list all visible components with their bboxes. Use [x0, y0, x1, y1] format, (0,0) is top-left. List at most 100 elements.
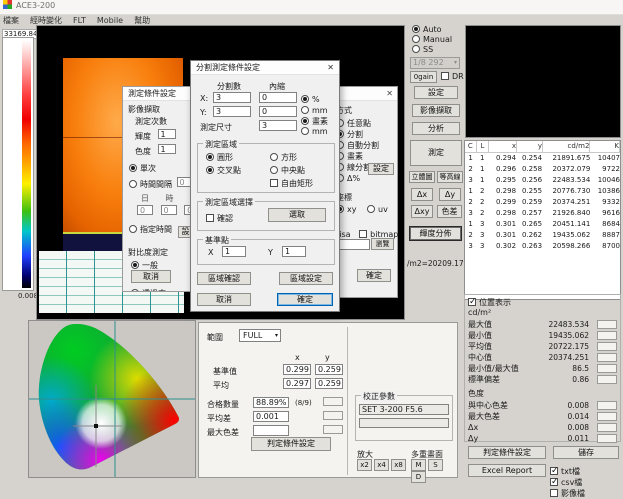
condition-cancel-button[interactable]: 取消 [131, 270, 171, 283]
base-y-field[interactable]: 1 [282, 246, 306, 257]
transmit-radio[interactable]: 透過率 [131, 288, 191, 292]
single-radio[interactable]: 單次 [129, 163, 191, 174]
y-inset-field[interactable]: 0 [259, 106, 297, 117]
x-div-field[interactable]: 3 [213, 92, 251, 103]
menu-item[interactable]: FLT [73, 16, 86, 25]
coord-uv-radio[interactable]: uv [367, 205, 388, 214]
zoom-button[interactable]: x4 [374, 459, 389, 471]
inset-percent-radio[interactable]: % [301, 95, 320, 104]
table-row[interactable]: 230.3010.26219435.0628887 [465, 230, 620, 241]
specified-time-radio[interactable]: 指定時間 設定 [129, 224, 191, 238]
day-field[interactable]: 0 [137, 205, 153, 215]
exposure-auto-radio[interactable]: Auto [412, 25, 442, 34]
save-button[interactable]: 儲存 [553, 446, 619, 459]
size-mm-radio[interactable]: mm [301, 127, 328, 136]
file-format-checkbox[interactable]: csv檔 [550, 478, 582, 487]
pick-button[interactable]: 選取 [268, 208, 326, 222]
reference-x-field[interactable]: 0.299 [283, 364, 311, 375]
size-field[interactable]: 3 [259, 120, 297, 131]
size-pixel-radio[interactable]: 畫素 [301, 116, 328, 127]
split-cancel-button[interactable]: 取消 [197, 293, 251, 306]
average-y-field[interactable]: 0.259 [315, 378, 343, 389]
lum-count-field[interactable]: 1 [158, 129, 176, 139]
position-display-checkbox[interactable]: 位置表示 [468, 297, 617, 308]
delta-xy-button[interactable]: Δxy [411, 205, 433, 218]
free-rect-checkbox[interactable]: 自由矩形 [270, 178, 313, 189]
stereo-button[interactable]: 立體圖 [409, 171, 435, 183]
dr-checkbox[interactable]: DR [441, 72, 464, 81]
set-button[interactable]: 設定 [414, 86, 458, 99]
zoom-button[interactable]: x8 [391, 459, 406, 471]
base-x-field[interactable]: 1 [222, 246, 246, 257]
cie-diagram-panel[interactable] [28, 320, 196, 478]
cross-point-radio[interactable]: 交叉點 [206, 165, 241, 176]
browse-button[interactable]: 瀏覽 [371, 238, 394, 250]
contour-button[interactable]: 等高線 [437, 171, 463, 183]
menu-item[interactable]: 檔案 [3, 16, 19, 25]
chroma-count-field[interactable]: 1 [158, 144, 176, 154]
reference-y-field[interactable]: 0.259 [315, 364, 343, 375]
capture-button[interactable]: 影像擷取 [412, 104, 460, 117]
center-point-radio[interactable]: 中央點 [270, 165, 305, 176]
interval-field[interactable]: 0 [177, 177, 191, 187]
table-row[interactable]: 310.2950.25622483.53410046 [465, 175, 620, 186]
interval-radio[interactable]: 時間間隔 0 [129, 177, 191, 190]
radio-option[interactable]: 任意點 [336, 118, 397, 129]
confirm-checkbox[interactable]: 確認 [206, 213, 233, 224]
multi-screen-button[interactable]: S [428, 459, 443, 471]
table-row[interactable]: 110.2940.25421891.67510407 [465, 153, 620, 164]
radio-option[interactable]: 分割 [336, 129, 397, 140]
x-inset-field[interactable]: 0 [259, 92, 297, 103]
range-dropdown[interactable]: FULL ▾ [239, 329, 281, 342]
judge-settings-button-2[interactable]: 判定條件設定 [251, 437, 331, 451]
inset-mm-radio[interactable]: mm [301, 106, 328, 115]
file-format-checkbox[interactable]: txt檔 [550, 467, 580, 476]
calibration-empty-field[interactable] [359, 418, 449, 428]
shutter-dropdown[interactable]: 1/8 292 ▾ [410, 57, 460, 69]
exposure-ss-radio[interactable]: SS [412, 45, 433, 54]
pass-count-field[interactable]: 88.89% [253, 397, 289, 408]
square-radio[interactable]: 方形 [270, 152, 297, 163]
gain-button[interactable]: 0gain [410, 71, 437, 83]
zoom-button[interactable]: x2 [357, 459, 372, 471]
calibration-set-field[interactable]: SET 3-200 F5.6 [359, 404, 449, 415]
avg-diff-field[interactable]: 0.001 [253, 411, 289, 422]
color-diff-button[interactable]: 色差 [437, 205, 462, 218]
table-row[interactable]: 210.2960.25820372.0799722 [465, 164, 620, 175]
average-x-field[interactable]: 0.297 [283, 378, 311, 389]
close-icon[interactable]: ✕ [386, 87, 393, 100]
luminance-distribution-button[interactable]: 輝度分佈 [409, 226, 462, 241]
radio-option[interactable]: 畫素 [336, 151, 397, 162]
secondary-image-view[interactable] [465, 25, 621, 138]
file-format-checkbox[interactable]: 影像檔 [550, 489, 585, 498]
exposure-manual-radio[interactable]: Manual [412, 35, 452, 44]
menu-item[interactable]: 經時變化 [30, 16, 62, 25]
method-set-button[interactable]: 設定 [368, 163, 394, 175]
delta-y-button[interactable]: Δy [439, 188, 461, 201]
menu-item[interactable]: Mobile [97, 16, 123, 25]
circle-radio[interactable]: 圓形 [206, 152, 233, 163]
table-row[interactable]: 220.2990.25920374.2519332 [465, 197, 620, 208]
measure-button[interactable]: 測定 [410, 140, 462, 166]
method-ok-button[interactable]: 確定 [357, 269, 391, 282]
area-confirm-button[interactable]: 區域確認 [197, 272, 251, 285]
split-ok-button[interactable]: 確定 [277, 293, 333, 306]
table-row[interactable]: 130.3010.26520451.1418684 [465, 219, 620, 230]
delta-x-button[interactable]: Δx [411, 188, 433, 201]
excel-report-button[interactable]: Excel Report [468, 464, 546, 477]
max-cdiff-field[interactable] [253, 425, 289, 436]
hour-field[interactable]: 0 [161, 205, 177, 215]
menu-item[interactable]: 幫助 [134, 16, 150, 25]
multi-screen-button[interactable]: D [411, 471, 426, 483]
radio-option[interactable]: 自動分割 [336, 140, 397, 151]
judge-settings-button[interactable]: 判定條件設定 [468, 446, 546, 459]
table-row[interactable]: 330.3020.26320598.2668700 [465, 241, 620, 252]
area-set-button[interactable]: 區域設定 [279, 272, 333, 285]
close-icon[interactable]: ✕ [327, 61, 334, 74]
table-row[interactable]: 320.2980.25721926.8409616 [465, 208, 620, 219]
measurement-table[interactable]: CLxycd/m2K 110.2940.25421891.67510407210… [464, 140, 621, 300]
multi-screen-button[interactable]: M [411, 459, 426, 471]
table-row[interactable]: 120.2980.25520776.73010386 [465, 186, 620, 197]
y-div-field[interactable]: 3 [213, 106, 251, 117]
analyze-button[interactable]: 分析 [412, 122, 460, 135]
